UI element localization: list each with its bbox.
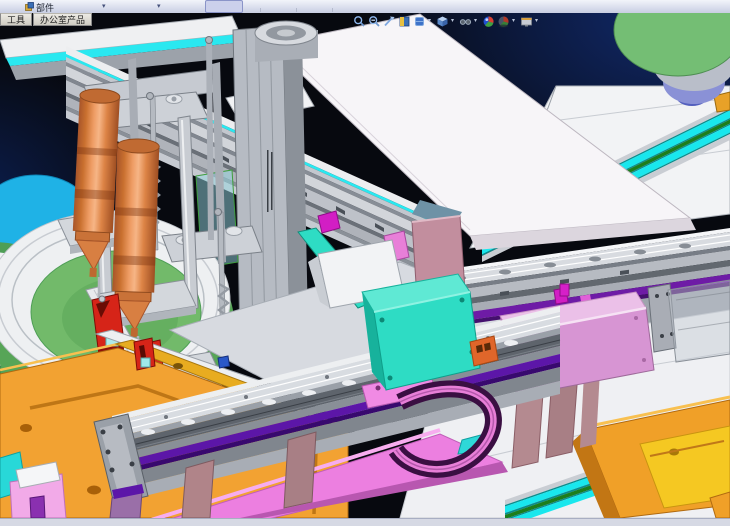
toolbar-separator <box>296 8 297 12</box>
section-view-icon[interactable] <box>398 15 411 28</box>
previous-view-icon[interactable] <box>383 15 396 28</box>
blue-block <box>218 356 230 368</box>
toolbar-pressed-button[interactable] <box>205 0 243 13</box>
tab-tools[interactable]: 工具 <box>0 13 32 26</box>
display-style-icon[interactable] <box>436 15 449 28</box>
dropdown-caret-icon[interactable]: ▾ <box>474 15 480 28</box>
toolbar-separator <box>260 8 261 12</box>
hide-show-items-icon[interactable] <box>459 15 472 28</box>
headsup-view-toolbar: ▾ ▾ ▾ ▾ ▾ <box>353 13 541 29</box>
zoom-to-fit-icon[interactable] <box>353 15 366 28</box>
transparent-duct <box>668 280 730 362</box>
dropdown-caret-icon[interactable]: ▾ <box>535 15 541 28</box>
toolbar-separator <box>332 8 333 12</box>
dropdown-caret-icon[interactable]: ▾ <box>102 2 106 11</box>
commandmanager-tabs: 工具 办公室产品 <box>0 13 92 27</box>
dropdown-caret-icon[interactable]: ▾ <box>512 15 518 28</box>
component-icon <box>25 2 34 11</box>
orange-connector <box>470 336 498 366</box>
dropdown-caret-icon[interactable]: ▾ <box>428 15 434 28</box>
apply-scene-icon[interactable] <box>497 15 510 28</box>
tab-office-products[interactable]: 办公室产品 <box>33 13 92 26</box>
view-settings-icon[interactable] <box>520 15 533 28</box>
dropdown-caret-icon[interactable]: ▾ <box>451 15 457 28</box>
assembly-3d-model[interactable] <box>0 13 730 518</box>
command-bar: 部件 ▾ ▾ <box>0 0 730 14</box>
edit-appearance-icon[interactable] <box>482 15 495 28</box>
view-orientation-icon[interactable] <box>413 15 426 28</box>
dropdown-caret-icon[interactable]: ▾ <box>157 2 161 11</box>
zoom-to-area-icon[interactable] <box>368 15 381 28</box>
graphics-viewport[interactable] <box>0 13 730 518</box>
cad-application-window: 部件 ▾ ▾ 工具 办公室产品 <box>0 0 730 526</box>
status-bar <box>0 518 730 526</box>
